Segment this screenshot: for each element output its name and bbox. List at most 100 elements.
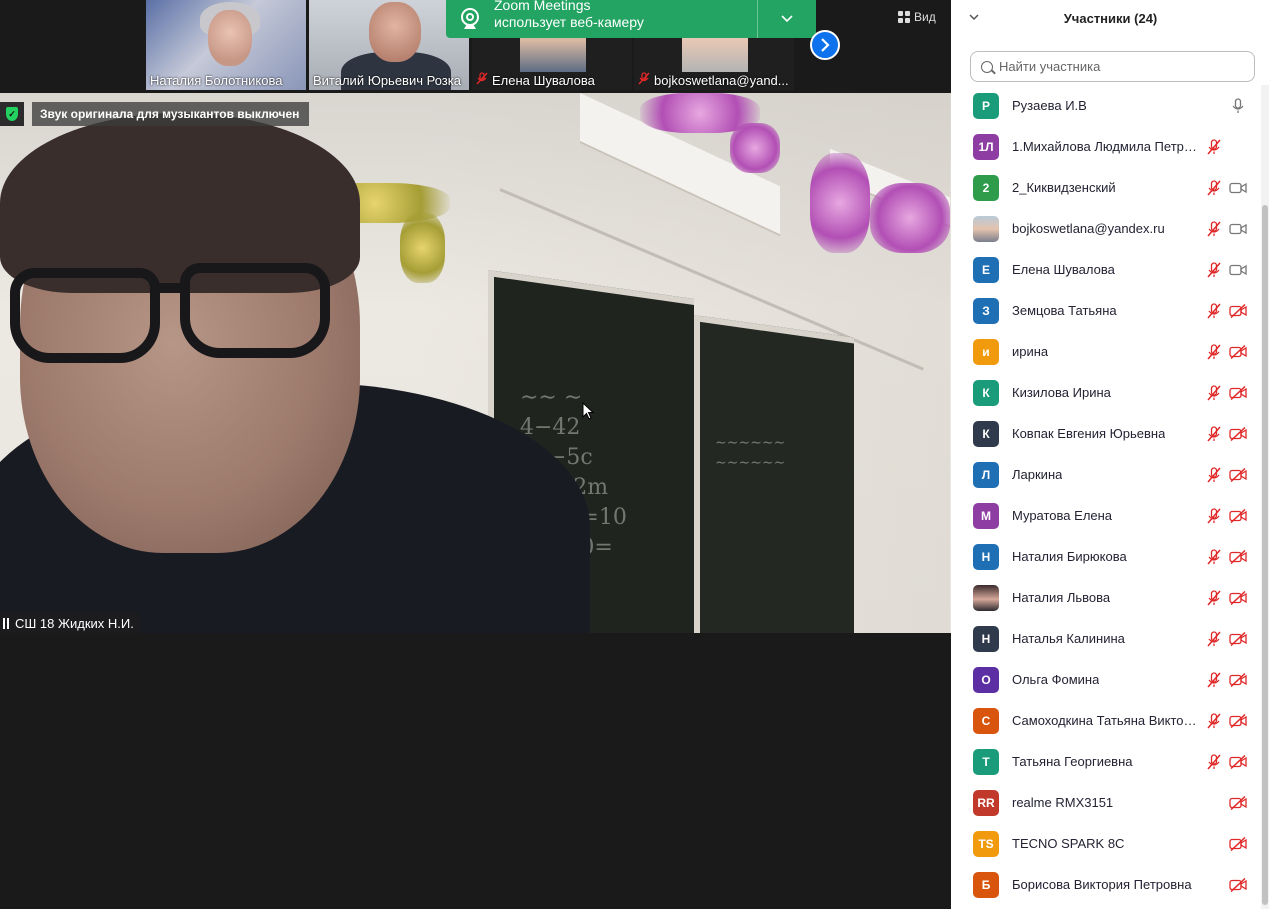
avatar: Н xyxy=(973,543,999,570)
video-off-icon[interactable] xyxy=(1229,835,1247,853)
audio-status-banner: ✓ Звук оригинала для музыкантов выключен xyxy=(0,102,310,126)
next-page-button[interactable] xyxy=(810,30,840,60)
mic-muted-icon[interactable] xyxy=(1205,589,1223,607)
video-off-icon[interactable] xyxy=(1229,630,1247,648)
mic-muted-icon[interactable] xyxy=(1205,343,1223,361)
video-camera-icon[interactable] xyxy=(1229,261,1247,279)
video-image: ∼∼∼∼∼∼ ∼∼∼∼∼∼ xyxy=(715,435,786,471)
participant-name: Елена Шувалова xyxy=(1012,262,1115,277)
thumbnail-video[interactable]: Наталия Болотникова xyxy=(146,0,306,90)
search-input[interactable] xyxy=(999,59,1239,74)
mic-muted-icon xyxy=(638,72,650,88)
mic-muted-icon[interactable] xyxy=(1205,220,1223,238)
mic-muted-icon[interactable] xyxy=(1205,671,1223,689)
scrollbar[interactable] xyxy=(1261,85,1269,909)
webcam-notification[interactable]: Zoom Meetings использует веб-камеру xyxy=(446,0,816,38)
video-off-icon[interactable] xyxy=(1229,712,1247,730)
video-off-icon[interactable] xyxy=(1229,302,1247,320)
participant-name: bojkoswetlana@yandex.ru xyxy=(1012,221,1165,236)
participant-row[interactable]: TS TECNO SPARK 8C xyxy=(951,823,1259,864)
participant-name: Ларкина xyxy=(1012,467,1063,482)
avatar: RR xyxy=(973,789,999,816)
participant-row[interactable]: Б Борисова Виктория Петровна xyxy=(951,864,1259,905)
scrollbar-thumb[interactable] xyxy=(1262,205,1268,905)
participant-row[interactable]: Е Елена Шувалова xyxy=(951,249,1259,290)
video-off-icon[interactable] xyxy=(1229,343,1247,361)
participant-row[interactable]: Р Рузаева И.В xyxy=(951,85,1259,126)
participant-row[interactable]: М Муратова Елена xyxy=(951,495,1259,536)
participant-name: 1.Михайлова Людмила Петровна xyxy=(1012,139,1198,154)
participant-row[interactable]: К Ковпак Евгения Юрьевна xyxy=(951,413,1259,454)
video-image xyxy=(730,123,780,173)
participant-row[interactable]: и ирина xyxy=(951,331,1259,372)
participant-name: ирина xyxy=(1012,344,1049,359)
search-icon xyxy=(981,60,993,73)
avatar xyxy=(973,584,999,611)
speaker-name-tag: СШ 18 Жидких Н.И. xyxy=(0,613,139,633)
video-camera-icon[interactable] xyxy=(1229,179,1247,197)
participant-row[interactable]: 2 2_Киквидзенский xyxy=(951,167,1259,208)
participant-name: Наталья Калинина xyxy=(1012,631,1125,646)
participant-row[interactable]: Наталия Львова xyxy=(951,577,1259,618)
mic-muted-icon[interactable] xyxy=(1205,630,1223,648)
mic-muted-icon[interactable] xyxy=(1205,425,1223,443)
video-off-icon[interactable] xyxy=(1229,466,1247,484)
mic-muted-icon[interactable] xyxy=(1205,753,1223,771)
avatar: Н xyxy=(973,625,999,652)
participant-row[interactable]: О Ольга Фомина xyxy=(951,659,1259,700)
video-off-icon[interactable] xyxy=(1229,671,1247,689)
video-off-icon[interactable] xyxy=(1229,507,1247,525)
participant-row[interactable]: К Кизилова Ирина xyxy=(951,372,1259,413)
participant-row[interactable]: С Самоходкина Татьяна Виктор... xyxy=(951,700,1259,741)
video-off-icon[interactable] xyxy=(1229,589,1247,607)
video-image xyxy=(180,263,330,358)
mic-muted-icon[interactable] xyxy=(1205,179,1223,197)
avatar: 2 xyxy=(973,174,999,201)
mic-muted-icon[interactable] xyxy=(1205,261,1223,279)
participant-name: Земцова Татьяна xyxy=(1012,303,1117,318)
mic-muted-icon[interactable] xyxy=(1205,548,1223,566)
mic-muted-icon[interactable] xyxy=(1205,302,1223,320)
participant-search[interactable] xyxy=(970,51,1255,82)
video-off-icon[interactable] xyxy=(1229,384,1247,402)
audio-status-text: Звук оригинала для музыкантов выключен xyxy=(32,102,310,126)
mic-muted-icon[interactable] xyxy=(1205,384,1223,402)
chevron-down-icon[interactable] xyxy=(758,0,816,38)
participant-row[interactable]: Л Ларкина xyxy=(951,454,1259,495)
avatar: Р xyxy=(973,92,999,119)
microphone-icon[interactable] xyxy=(1229,97,1247,115)
mic-muted-icon[interactable] xyxy=(1205,466,1223,484)
participant-row[interactable]: bojkoswetlana@yandex.ru xyxy=(951,208,1259,249)
mic-muted-icon[interactable] xyxy=(1205,712,1223,730)
video-camera-icon[interactable] xyxy=(1229,220,1247,238)
notification-text: Zoom Meetings использует веб-камеру xyxy=(494,0,757,31)
thumbnail-video[interactable]: Виталий Юрьевич Розка xyxy=(309,0,469,90)
speaker-name: СШ 18 Жидких Н.И. xyxy=(15,615,134,631)
view-button[interactable]: Вид xyxy=(898,7,936,27)
video-off-icon[interactable] xyxy=(1229,876,1247,894)
thumbnail-image xyxy=(369,2,421,62)
avatar xyxy=(973,215,999,242)
participant-name: Муратова Елена xyxy=(1012,508,1113,523)
participant-row[interactable]: 1Л 1.Михайлова Людмила Петровна xyxy=(951,126,1259,167)
avatar: М xyxy=(973,502,999,529)
avatar: Е xyxy=(973,256,999,283)
participant-row[interactable]: З Земцова Татьяна xyxy=(951,290,1259,331)
video-image xyxy=(150,283,190,293)
active-speaker-video[interactable]: ∼∼ ∼4−4222−5c1m−2m05+5=1010+10= ∼∼∼∼∼∼∼∼… xyxy=(0,93,951,633)
video-off-icon[interactable] xyxy=(1229,753,1247,771)
mic-muted-icon[interactable] xyxy=(1205,138,1223,156)
notification-title: Zoom Meetings xyxy=(494,0,591,13)
thumbnail-name-text: Елена Шувалова xyxy=(492,72,595,88)
video-off-icon[interactable] xyxy=(1229,548,1247,566)
participant-row[interactable]: Н Наталия Бирюкова xyxy=(951,536,1259,577)
notification-message: использует веб-камеру xyxy=(494,14,644,30)
participant-row[interactable]: Н Наталья Калинина xyxy=(951,618,1259,659)
video-off-icon[interactable] xyxy=(1229,794,1247,812)
audio-level-icon xyxy=(3,617,11,629)
video-off-icon[interactable] xyxy=(1229,425,1247,443)
participant-row[interactable]: Т Татьяна Георгиевна xyxy=(951,741,1259,782)
participant-row[interactable]: RR realme RMX3151 xyxy=(951,782,1259,823)
participant-name: Наталия Львова xyxy=(1012,590,1111,605)
mic-muted-icon[interactable] xyxy=(1205,507,1223,525)
